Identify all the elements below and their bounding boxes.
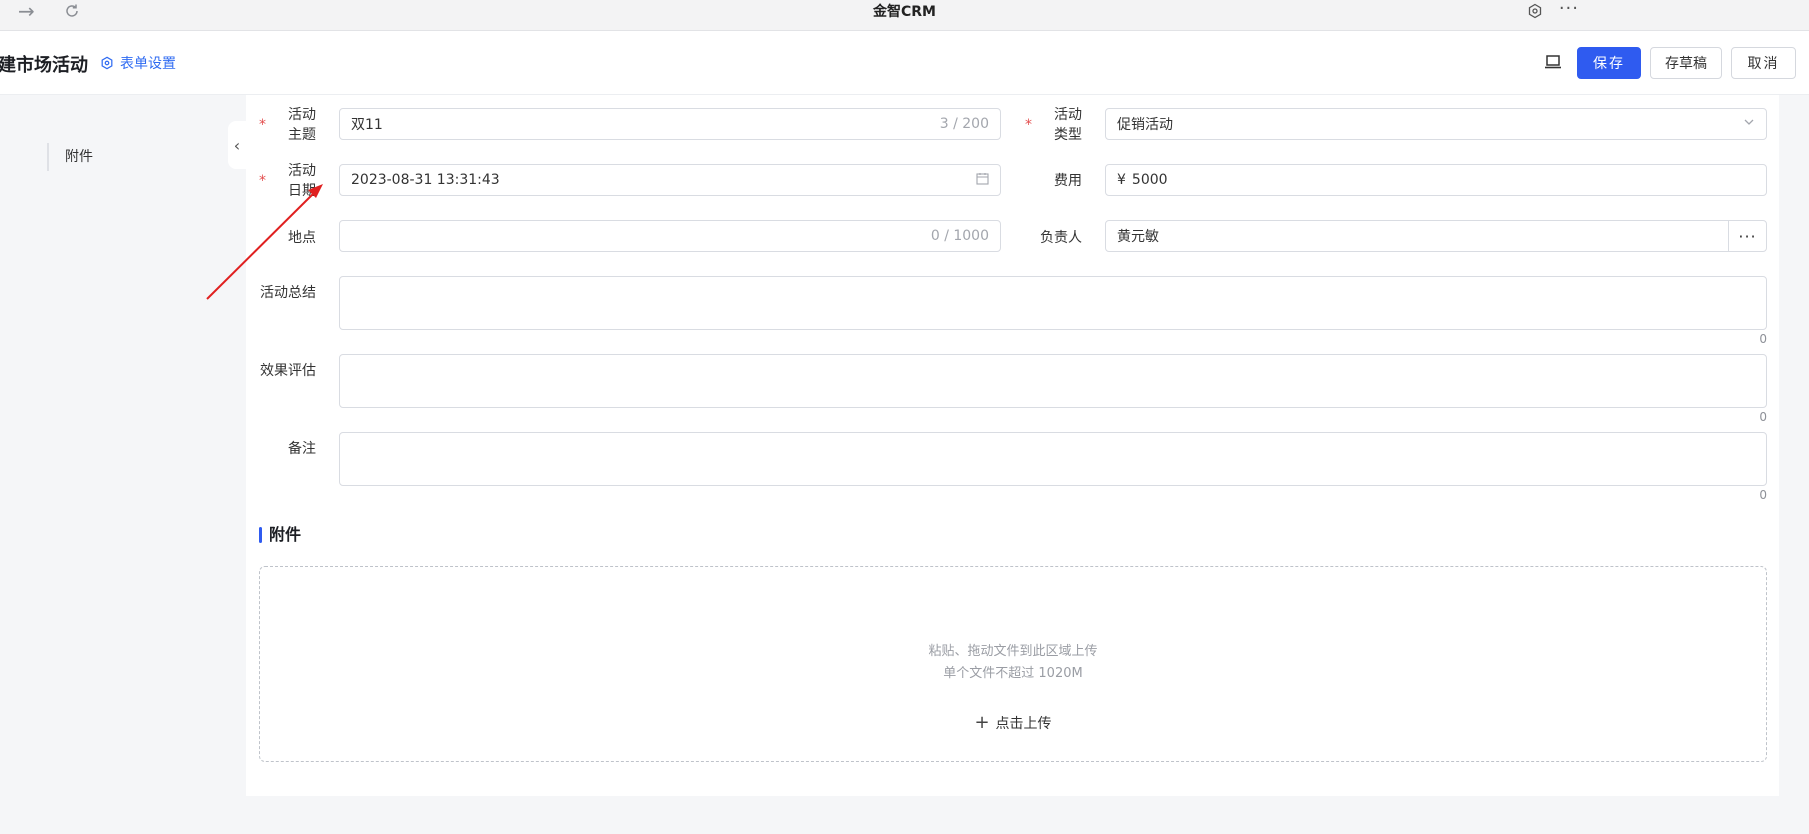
save-button[interactable]: 保存 [1577,47,1641,79]
subject-char-count: 3 / 200 [939,116,989,132]
extension-icon[interactable] [1527,0,1543,22]
owner-picker-button[interactable]: ··· [1728,221,1766,251]
required-mark: * [259,117,266,133]
summary-label: 活动总结 [260,285,316,301]
evaluation-label: 效果评估 [260,363,316,379]
subject-input[interactable]: 双11 3 / 200 [339,108,1001,140]
upload-hint: 粘贴、拖动文件到此区域上传 [928,644,1098,659]
owner-input[interactable]: 黄元敏 ··· [1105,220,1767,252]
plus-icon: + [974,712,990,733]
page-title: 建市场活动 [0,55,88,76]
owner-value: 黄元敏 [1117,229,1159,245]
attachment-section-title: 附件 [259,525,301,545]
summary-char-count: 0 [1759,332,1767,346]
remark-char-count: 0 [1759,488,1767,502]
location-input[interactable]: 0 / 1000 [339,220,1001,252]
evaluation-char-count: 0 [1759,410,1767,424]
type-label: 活动类型 [1054,107,1082,143]
calendar-icon [976,172,989,189]
required-mark: * [1025,117,1032,133]
location-label: 地点 [288,230,316,246]
subject-label: 活动主题 [288,107,316,143]
cost-label: 费用 [1054,173,1082,189]
cost-value: 5000 [1131,172,1168,188]
more-menu-icon[interactable]: ··· [1559,0,1579,19]
laptop-icon[interactable] [1543,52,1563,72]
collapse-chevron-left-icon[interactable]: ‹ [228,121,246,169]
click-upload-label: 点击上传 [995,716,1052,732]
form-settings-link[interactable]: 表单设置 [100,53,176,73]
title-bar: → 金智CRM ··· [0,0,1809,31]
type-select[interactable]: 促销活动 [1105,108,1767,140]
currency-prefix: ¥ [1117,172,1126,188]
form-panel: * 活动主题 双11 3 / 200 * 活动类型 促销活动 * 活动日期 20… [246,95,1779,796]
click-upload-button[interactable]: + 点击上传 [260,712,1766,733]
evaluation-textarea[interactable] [339,354,1767,408]
type-value: 促销活动 [1117,117,1173,133]
remark-textarea[interactable] [339,432,1767,486]
cost-input[interactable]: ¥ 5000 [1105,164,1767,196]
cancel-button[interactable]: 取消 [1731,47,1796,79]
save-draft-button[interactable]: 存草稿 [1650,47,1722,79]
remark-label: 备注 [288,441,316,457]
side-anchor-nav: 附件 [0,95,246,834]
settings-icon [101,56,113,70]
chevron-down-icon [1743,116,1755,132]
location-char-count: 0 / 1000 [930,228,989,244]
owner-label: 负责人 [1040,230,1082,246]
required-mark: * [259,173,266,189]
date-value: 2023-08-31 13:31:43 [351,172,500,188]
form-settings-label: 表单设置 [120,56,176,72]
date-label: 活动日期 [288,163,316,199]
subject-value: 双11 [351,117,383,133]
upload-size-limit: 单个文件不超过 1020M [943,666,1083,681]
date-picker[interactable]: 2023-08-31 13:31:43 [339,164,1001,196]
summary-textarea[interactable] [339,276,1767,330]
anchor-item-attachment[interactable]: 附件 [47,143,93,171]
page-header: 建市场活动 表单设置 保存 存草稿 取消 [0,31,1809,95]
upload-dropzone[interactable]: 粘贴、拖动文件到此区域上传 单个文件不超过 1020M + 点击上传 [259,566,1767,762]
